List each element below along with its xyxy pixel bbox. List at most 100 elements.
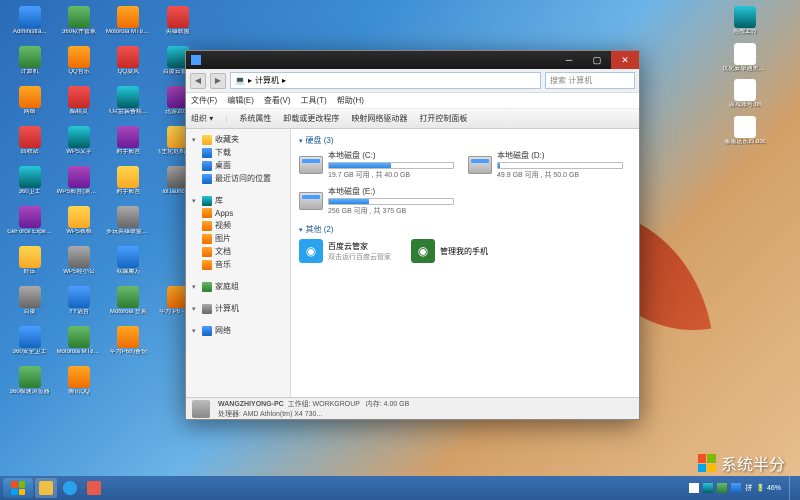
forward-button[interactable]: ▶ xyxy=(210,73,226,89)
desktop-icon[interactable]: GeForce Experience xyxy=(5,205,54,245)
toolbar-item[interactable]: 卸载或更改程序 xyxy=(283,113,339,124)
desktop-icon[interactable]: 拖拽上传 xyxy=(695,5,795,37)
desktop-icon[interactable]: 360软件管家 xyxy=(54,5,103,45)
minimize-button[interactable]: ─ xyxy=(555,51,583,69)
battery-indicator[interactable]: 🔋 46% xyxy=(756,484,781,492)
desktop-icon[interactable]: 360极速浏览器 xyxy=(5,365,54,405)
desktop-icon[interactable]: Administra... xyxy=(5,5,54,45)
desktop-icon[interactable]: 回收站 xyxy=(5,125,54,165)
desktop-icon[interactable]: 网络 xyxy=(5,85,54,125)
menu-item[interactable]: 工具(T) xyxy=(301,95,327,106)
desktop-icon[interactable]: 360安全卫士 xyxy=(5,325,54,365)
search-input[interactable]: 搜索 计算机 xyxy=(545,72,635,89)
other-header[interactable]: ▾ 其他 (2) xyxy=(299,224,631,235)
desktop-icon[interactable]: 射手影音 xyxy=(104,165,153,205)
system-tray[interactable]: 拼 🔋 46% xyxy=(689,476,797,500)
tree-item[interactable]: 文档 xyxy=(186,245,290,258)
task-app[interactable] xyxy=(83,478,105,498)
drive-icon xyxy=(299,156,323,174)
desktop-icon[interactable]: Motorola 豆荚 xyxy=(104,285,153,325)
tree-item[interactable]: ▾计算机 xyxy=(186,302,290,315)
desktop-icon[interactable]: QQ旋风 xyxy=(104,45,153,85)
tree-item[interactable]: ▾收藏夹 xyxy=(186,133,290,146)
drive-icon xyxy=(468,156,492,174)
desktop-icon[interactable]: WPS文字 xyxy=(54,125,103,165)
desktop-icon[interactable]: 多玩英雄联盟盒子 xyxy=(104,205,153,245)
desktop-icon[interactable]: YY语音 xyxy=(54,285,103,325)
desktop-icon[interactable]: Motorola MT887 - 腾... xyxy=(54,325,103,365)
tree-item[interactable]: 下载 xyxy=(186,146,290,159)
desktop-icon[interactable]: 《众金装备精品：复... xyxy=(104,85,153,125)
titlebar[interactable]: ─ ▢ ✕ xyxy=(186,51,639,69)
desktop-icon[interactable]: WPS影音(测览模式) xyxy=(54,165,103,205)
desktop-icon[interactable]: 好压 xyxy=(5,245,54,285)
desktop-icon[interactable]: 暖暖送东西.doc xyxy=(695,115,795,147)
drive-item[interactable]: 本地磁盘 (E:)256 GB 可用 , 共 375 GB xyxy=(299,186,454,216)
task-browser[interactable] xyxy=(59,478,81,498)
toolbar: 组织 ▾|系统属性卸载或更改程序映射网络驱动器打开控制面板 xyxy=(186,109,639,129)
tray-icon[interactable] xyxy=(731,483,741,493)
desktop-icon[interactable]: WPS表格 xyxy=(54,205,103,245)
tree-item[interactable]: ▾库 xyxy=(186,194,290,207)
tree-item[interactable]: 视频 xyxy=(186,219,290,232)
tray-icon[interactable] xyxy=(717,483,727,493)
desktop-icon[interactable]: 英雄联盟 xyxy=(153,5,202,45)
desktop-icon[interactable]: 腾讯QQ xyxy=(54,365,103,405)
app-icon: ◉ xyxy=(411,239,435,263)
maximize-button[interactable]: ▢ xyxy=(583,51,611,69)
ime-indicator[interactable]: 拼 xyxy=(745,483,752,493)
close-button[interactable]: ✕ xyxy=(611,51,639,69)
sidebar: ▾收藏夹下载桌面最近访问的位置 ▾库Apps视频图片文档音乐 ▾家庭组 ▾计算机 ▾网络 xyxy=(186,129,291,397)
tree-item[interactable]: 图片 xyxy=(186,232,290,245)
desktop-icon[interactable]: QQ音乐 xyxy=(54,45,103,85)
address-bar[interactable]: 💻 ▸ 计算机 ▸ xyxy=(230,72,541,89)
tree-item[interactable]: 桌面 xyxy=(186,159,290,172)
desktop-icon[interactable]: 优化安卓通关S评分... xyxy=(695,42,795,74)
drive-item[interactable]: 本地磁盘 (C:)19.7 GB 可用 , 共 40.0 GB xyxy=(299,150,454,180)
menu-item[interactable]: 查看(V) xyxy=(264,95,291,106)
desktop-icon[interactable]: Motorola MT887的... xyxy=(104,5,153,45)
desktop-icon[interactable]: 射手影音 xyxy=(104,125,153,165)
desktop-icon[interactable]: WPS经小公 xyxy=(54,245,103,285)
tray-icon[interactable] xyxy=(689,483,699,493)
desktop-icon[interactable]: 华为P6的备份 xyxy=(104,325,153,365)
other-list: ◉百度云管家双击运行百度云管家 ◉管理我的手机 xyxy=(299,239,631,263)
menu-item[interactable]: 编辑(E) xyxy=(227,95,254,106)
tree-item[interactable]: 音乐 xyxy=(186,258,290,271)
desktop-icon[interactable]: 百度 xyxy=(5,285,54,325)
watermark: 系统半分 xyxy=(698,451,785,475)
status-bar: WANGZHIYONG-PC 工作组: WORKGROUP 内存: 4.00 G… xyxy=(186,397,639,419)
right-desktop-icons: 拖拽上传优化安卓通关S评分... 游戏账号.txt 暖暖送东西.doc xyxy=(695,5,795,151)
menu-bar: 文件(F) 编辑(E) 查看(V) 工具(T) 帮助(H) xyxy=(186,93,639,109)
task-explorer[interactable] xyxy=(35,478,57,498)
app-icon: ◉ xyxy=(299,239,323,263)
toolbar-item[interactable]: 打开控制面板 xyxy=(419,113,467,124)
tree-item[interactable]: 最近访问的位置 xyxy=(186,172,290,185)
content-pane: ▾ 硬盘 (3) 本地磁盘 (C:)19.7 GB 可用 , 共 40.0 GB… xyxy=(291,129,639,397)
other-item[interactable]: ◉管理我的手机 xyxy=(411,239,488,263)
drive-icon xyxy=(299,192,323,210)
toolbar-item[interactable]: 组织 ▾ xyxy=(191,113,213,124)
toolbar-item[interactable]: 系统属性 xyxy=(239,113,271,124)
drive-item[interactable]: 本地磁盘 (D:)49.9 GB 可用 , 共 50.0 GB xyxy=(468,150,623,180)
computer-icon: 💻 xyxy=(235,76,245,85)
desktop-icon[interactable]: 计算机 xyxy=(5,45,54,85)
menu-item[interactable]: 文件(F) xyxy=(191,95,217,106)
taskbar: 拼 🔋 46% xyxy=(0,476,800,500)
drives-header[interactable]: ▾ 硬盘 (3) xyxy=(299,135,631,146)
toolbar-item[interactable]: 映射网络驱动器 xyxy=(351,113,407,124)
pc-icon xyxy=(192,400,210,418)
tree-item[interactable]: Apps xyxy=(186,207,290,219)
tree-item[interactable]: ▾网络 xyxy=(186,324,290,337)
show-desktop-button[interactable] xyxy=(789,476,795,500)
desktop-icon[interactable]: 软媒魔方 xyxy=(104,245,153,285)
desktop-icon[interactable]: 游戏账号.txt xyxy=(695,78,795,110)
menu-item[interactable]: 帮助(H) xyxy=(337,95,364,106)
start-button[interactable] xyxy=(3,478,33,498)
desktop-icon[interactable]: 360卫士 xyxy=(5,165,54,205)
tray-icon[interactable] xyxy=(703,483,713,493)
tree-item[interactable]: ▾家庭组 xyxy=(186,280,290,293)
back-button[interactable]: ◀ xyxy=(190,73,206,89)
desktop-icon[interactable]: 酷精灵 xyxy=(54,85,103,125)
other-item[interactable]: ◉百度云管家双击运行百度云管家 xyxy=(299,239,391,263)
